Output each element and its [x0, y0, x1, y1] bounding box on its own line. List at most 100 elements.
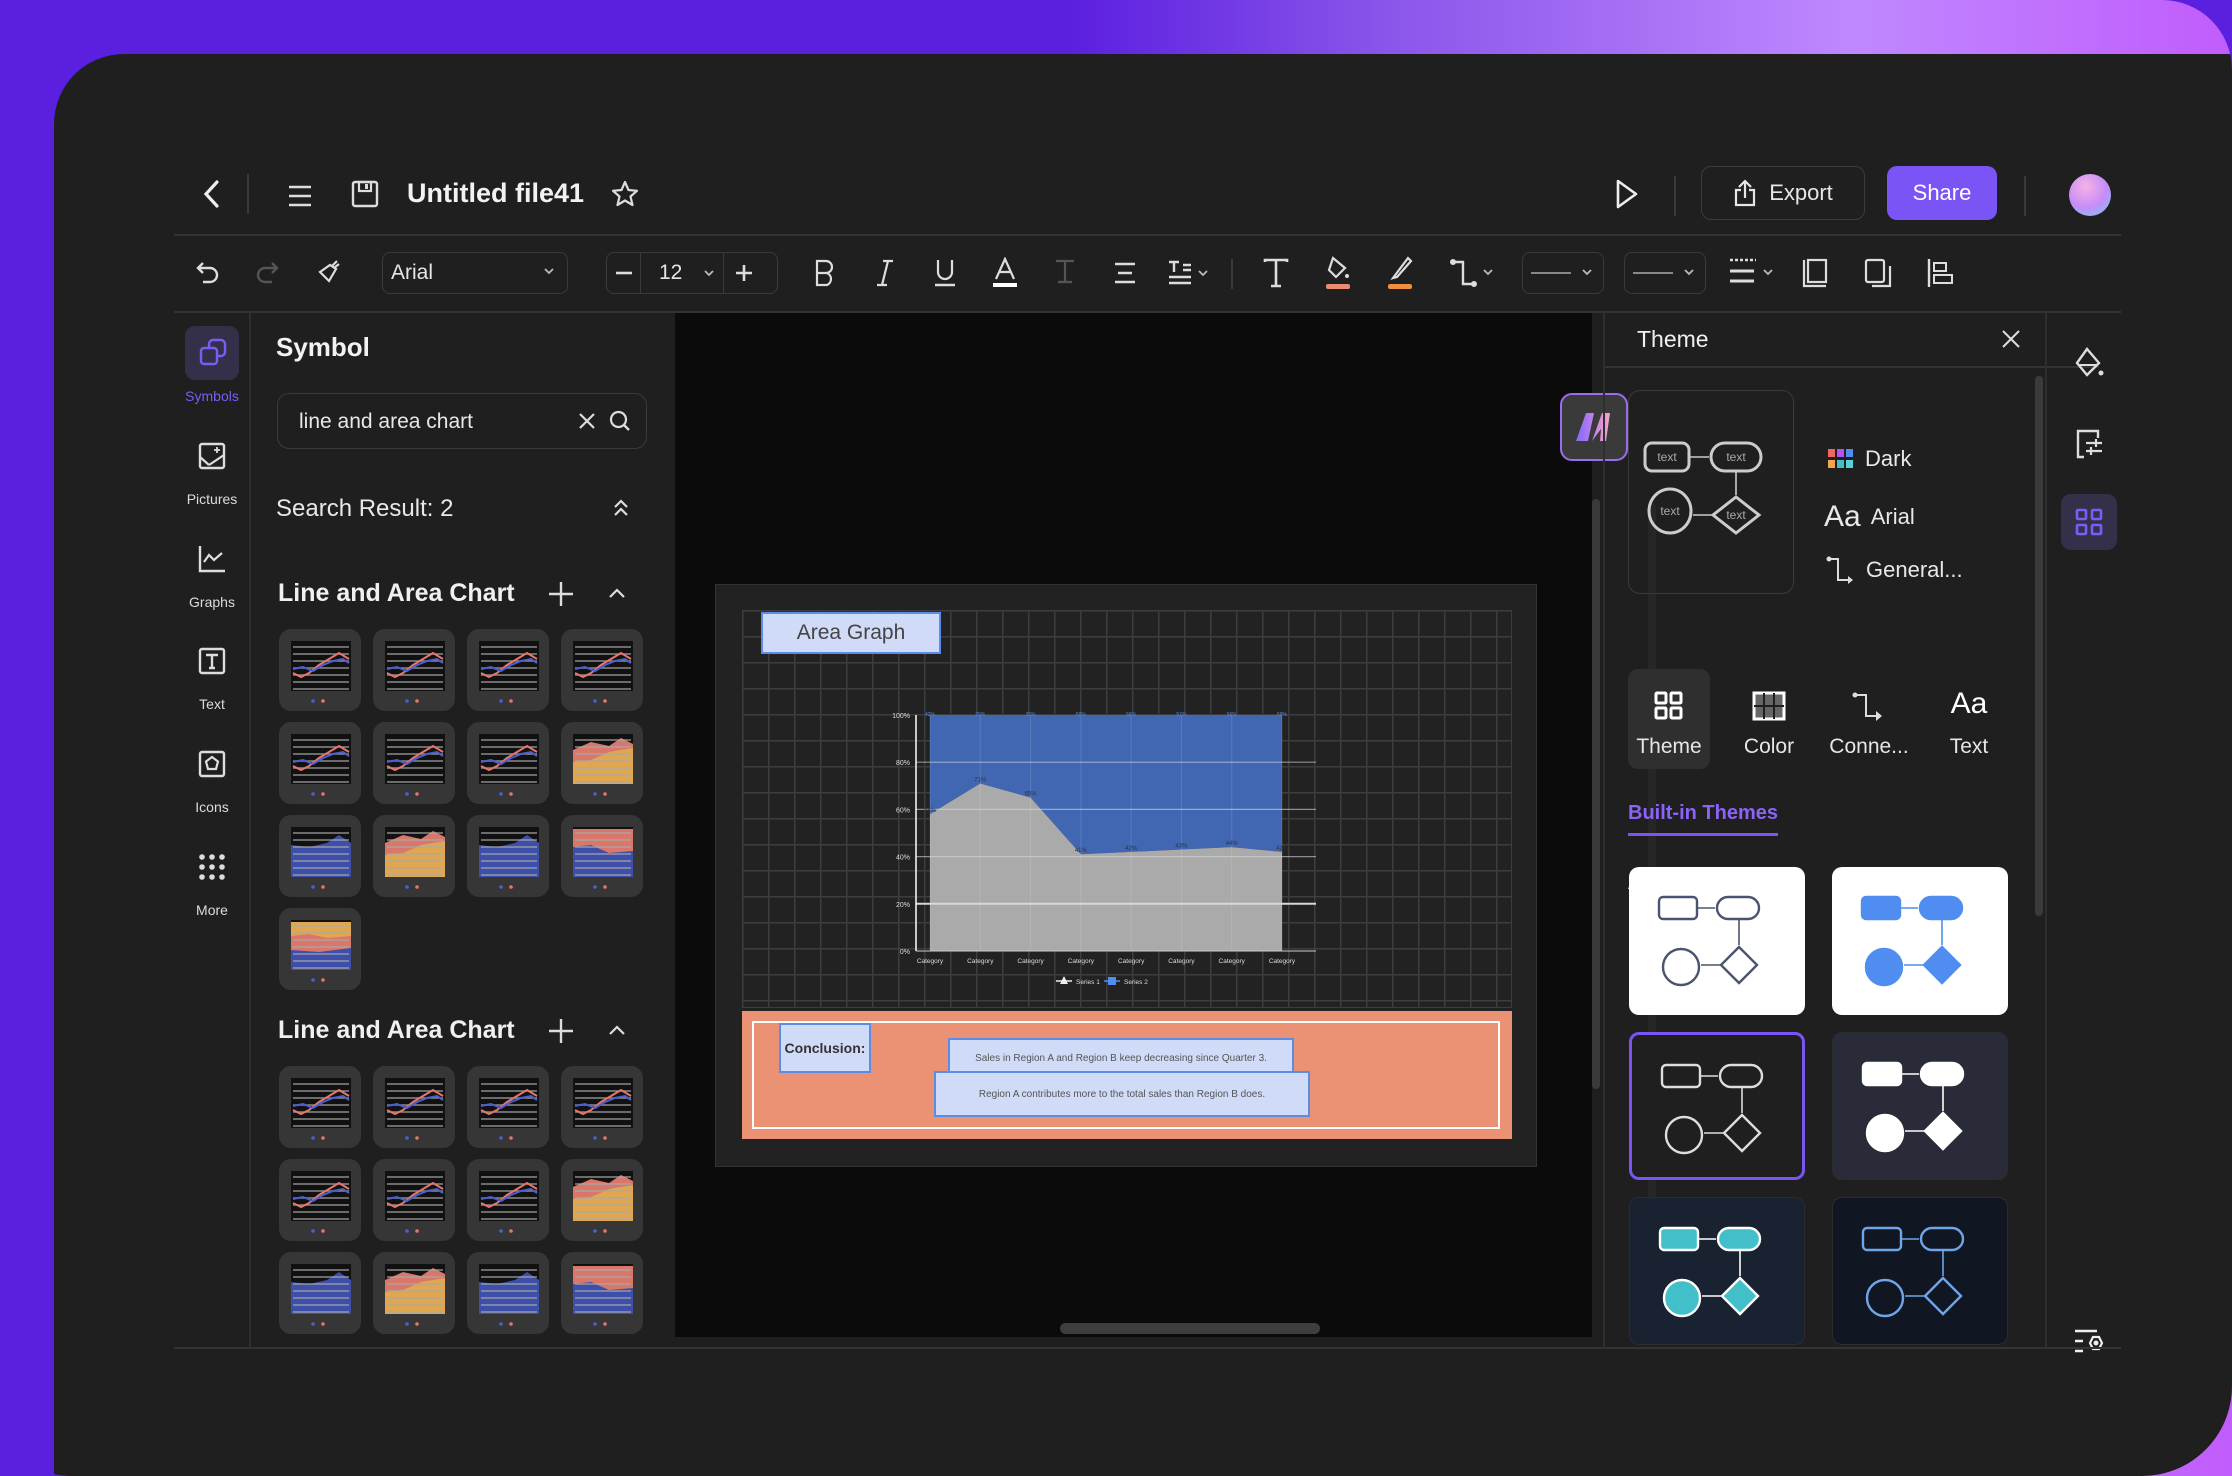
theme-card[interactable]: [1629, 1032, 1805, 1180]
tab-text[interactable]: Aa Text: [1928, 669, 2010, 769]
header-divider: [1674, 176, 1676, 216]
symbol-thumbnail[interactable]: [561, 1252, 643, 1334]
conclusion-text-2[interactable]: Region A contributes more to the total s…: [934, 1071, 1310, 1117]
theme-grid-icon[interactable]: [2061, 494, 2117, 550]
line-weight-select[interactable]: [1624, 252, 1706, 294]
canvas-right-divider: [1603, 313, 1605, 1348]
tab-theme[interactable]: Theme: [1628, 669, 1710, 769]
underline-icon[interactable]: [925, 253, 965, 293]
y-tick-label: 100%: [892, 713, 910, 720]
theme-tab-icon: [1654, 691, 1683, 720]
symbol-thumbnail[interactable]: [279, 1159, 361, 1241]
line-style-select[interactable]: [1522, 252, 1604, 294]
chevron-down-icon: [703, 263, 715, 283]
italic-icon[interactable]: [865, 253, 905, 293]
legend-label: Series 2: [1124, 979, 1148, 986]
font-color-icon[interactable]: [985, 253, 1025, 293]
theme-card[interactable]: [1832, 1032, 2008, 1180]
data-label: 58%: [924, 808, 937, 814]
close-icon[interactable]: [1996, 324, 2026, 354]
theme-card[interactable]: [1629, 1197, 1805, 1345]
export-button[interactable]: Export: [1701, 166, 1865, 220]
y-tick-label: 60%: [896, 807, 910, 814]
data-label: 35%: [1026, 712, 1037, 718]
strikethrough-icon[interactable]: [1045, 253, 1085, 293]
data-label: 57%: [1176, 712, 1187, 718]
symbol-thumbnail[interactable]: [373, 1252, 455, 1334]
connector-value: General...: [1866, 557, 1963, 582]
legend-marker-series-2: [1108, 977, 1116, 985]
font-option[interactable]: Aa Arial: [1824, 500, 1915, 534]
y-tick-label: 0%: [900, 949, 910, 956]
symbol-thumbnail[interactable]: [279, 1252, 361, 1334]
share-button[interactable]: Share: [1887, 166, 1997, 220]
increase-font-button[interactable]: [723, 253, 763, 293]
symbol-thumbnail[interactable]: [561, 1159, 643, 1241]
ai-assistant-button[interactable]: [1560, 393, 1628, 461]
color-scheme-value: Dark: [1865, 446, 1912, 471]
drawing-page[interactable]: Area Graph 0% 20% 40% 60% 80% 100% 58% 71% 65% 41…: [715, 584, 1537, 1167]
theme-card[interactable]: [1832, 1197, 2008, 1345]
theme-card[interactable]: [1832, 867, 2008, 1015]
play-icon[interactable]: [1607, 174, 1647, 214]
align-icon[interactable]: [1105, 253, 1145, 293]
theme-panel-title: Theme: [1637, 326, 1709, 352]
text-tab-icon: Aa: [1950, 687, 1988, 720]
symbol-grid-2: [54, 54, 694, 1340]
data-label: 71%: [974, 777, 987, 783]
toolbar-divider: [1231, 259, 1233, 289]
color-tab-icon: [1752, 691, 1786, 721]
y-tick-label: 40%: [896, 855, 910, 862]
graph-title-box[interactable]: Area Graph: [761, 612, 941, 654]
right-rail-divider: [2045, 313, 2047, 1348]
current-theme-preview[interactable]: text text text text: [1628, 390, 1794, 594]
symbol-thumbnail[interactable]: [467, 1252, 549, 1334]
color-scheme-option[interactable]: Dark: [1827, 446, 1911, 472]
text-spacing-icon[interactable]: [1162, 253, 1218, 293]
arrange-icon[interactable]: [1725, 253, 1781, 293]
data-label: 42%: [1125, 846, 1138, 852]
connector-icon[interactable]: [1445, 253, 1501, 293]
bottom-divider: [174, 1347, 2121, 1349]
tab-connector[interactable]: Conne...: [1828, 669, 1910, 769]
font-value: Arial: [1870, 504, 1915, 529]
line-color-icon[interactable]: [1380, 251, 1420, 295]
conclusion-panel[interactable]: Conclusion: Sales in Region A and Region…: [742, 1011, 1512, 1139]
data-label: 65%: [1025, 792, 1038, 798]
symbol-thumbnail[interactable]: [561, 1066, 643, 1148]
legend-marker-series-1: [1060, 976, 1068, 984]
horizontal-scrollbar[interactable]: [1060, 1323, 1320, 1334]
symbol-thumbnail[interactable]: [373, 1159, 455, 1241]
symbol-thumbnail[interactable]: [279, 1066, 361, 1148]
page-settings-icon[interactable]: [2061, 416, 2117, 472]
export-icon: [1733, 179, 1757, 207]
bring-front-icon[interactable]: [1795, 253, 1835, 293]
settings-list-icon[interactable]: [2061, 1314, 2117, 1370]
preview-text: text: [1726, 508, 1746, 522]
area-chart[interactable]: 0% 20% 40% 60% 80% 100% 58% 71% 65% 41% 42% 43% 44% 4…: [876, 695, 1346, 1015]
canvas[interactable]: Area Graph 0% 20% 40% 60% 80% 100% 58% 71% 65% 41…: [675, 313, 1656, 1337]
theme-panel-scrollbar[interactable]: [2035, 376, 2043, 916]
send-back-icon[interactable]: [1858, 253, 1898, 293]
tab-color[interactable]: Color: [1728, 669, 1810, 769]
bold-icon[interactable]: [805, 253, 845, 293]
fill-bucket-icon[interactable]: [2061, 336, 2117, 392]
symbol-thumbnail[interactable]: [373, 1066, 455, 1148]
legend-label: Series 1: [1076, 979, 1100, 986]
canvas-vertical-scrollbar[interactable]: [1592, 499, 1600, 1089]
connector-option[interactable]: General...: [1826, 556, 1963, 584]
align-left-icon[interactable]: [1920, 253, 1960, 293]
builtin-themes-tab[interactable]: Built-in Themes: [1628, 802, 1779, 836]
symbol-thumbnail[interactable]: [467, 1066, 549, 1148]
symbol-thumbnail[interactable]: [467, 1159, 549, 1241]
fill-icon[interactable]: [1318, 251, 1358, 295]
theme-card[interactable]: [1629, 867, 1805, 1015]
conclusion-label[interactable]: Conclusion:: [779, 1023, 871, 1073]
text-tool-icon[interactable]: [1256, 253, 1296, 293]
tab-label: Conne...: [1829, 735, 1909, 758]
y-tick-label: 80%: [896, 760, 910, 767]
x-tick-label: Category: [967, 958, 994, 965]
connector-style-icon: [1826, 556, 1856, 584]
tab-label: Theme: [1636, 735, 1702, 758]
avatar[interactable]: [2069, 174, 2111, 216]
